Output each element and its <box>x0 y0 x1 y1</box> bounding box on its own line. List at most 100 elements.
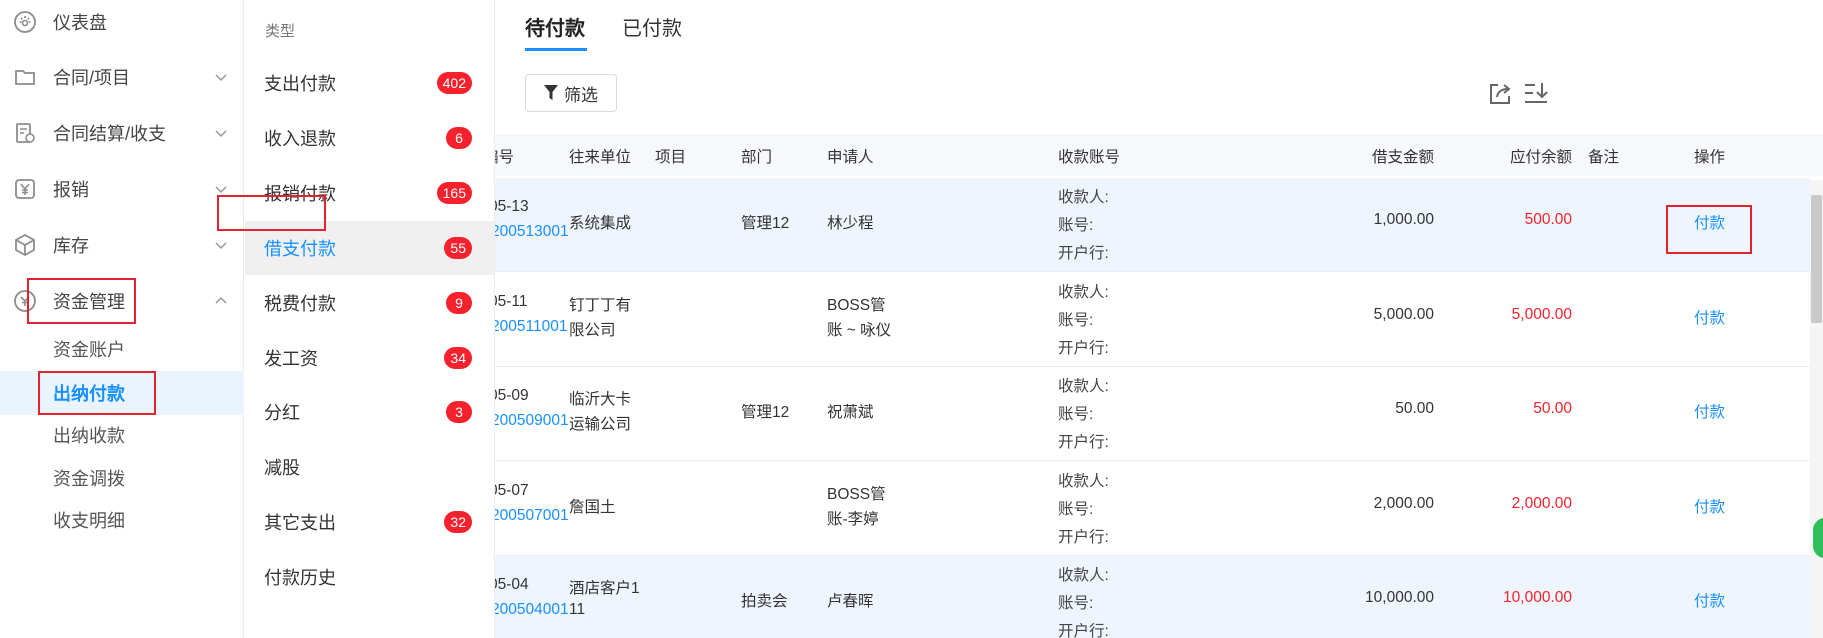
yen-icon <box>12 176 38 202</box>
row-date: 05-04 <box>495 576 529 594</box>
sidebar-item-4[interactable]: 库存 <box>0 225 244 265</box>
type-item-4[interactable]: 税费付款 9 <box>245 276 494 330</box>
row-account-info: 收款人: 账号: 开户行: <box>1058 373 1109 457</box>
sidebar-subitem-label: 收支明细 <box>53 511 125 531</box>
table-header: 编号 往来单位 项目 部门 申请人 收款账号 借支金额 应付余额 备注 操作 <box>495 134 1823 176</box>
row-partner-line1: 临沂大卡 <box>569 391 632 409</box>
sidebar-item-0[interactable]: 仪表盘 <box>0 2 244 42</box>
row-code-link[interactable]: 200507001 <box>495 507 569 525</box>
account-label: 收款人: <box>1058 567 1109 585</box>
row-date: 05-09 <box>495 387 529 405</box>
sidebar-subitem-label: 资金账户 <box>53 340 125 360</box>
row-partner-line1: 酒店客户1 <box>569 580 640 598</box>
type-item-7[interactable]: 减股 <box>245 440 494 494</box>
sidebar-subitem-2[interactable]: 出纳收款 <box>0 413 244 457</box>
row-partner: 系统集成 <box>569 215 632 232</box>
account-label: 开户行: <box>1058 434 1109 452</box>
column-header-project[interactable]: 项目 <box>655 145 686 167</box>
column-header-applicant[interactable]: 申请人 <box>827 145 874 167</box>
row-department: 拍卖会 <box>741 593 788 611</box>
sidebar-item-label: 合同结算/收支 <box>53 124 167 144</box>
type-item-8[interactable]: 其它支出 32 <box>245 495 494 549</box>
type-item-0[interactable]: 支出付款 402 <box>245 56 494 110</box>
sidebar-item-2[interactable]: 合同结算/收支 <box>0 113 244 153</box>
type-item-label: 报销付款 <box>264 183 336 204</box>
row-date: 05-11 <box>495 292 528 310</box>
column-header-account[interactable]: 收款账号 <box>1058 145 1120 167</box>
column-header-loan-amount[interactable]: 借支金额 <box>1348 145 1434 167</box>
chevron-down-icon <box>214 238 228 252</box>
sidebar-subitem-3[interactable]: 资金调拨 <box>0 456 244 500</box>
row-code-link[interactable]: 200513001 <box>495 223 569 241</box>
type-item-5[interactable]: 发工资 34 <box>245 331 494 385</box>
table-row[interactable]: 05-09 200509001临沂大卡运输公司 管理12 祝萧斌 收款人: 账号: 开户行:… <box>495 367 1810 462</box>
type-item-3[interactable]: 借支付款 55 <box>245 220 494 275</box>
pay-button[interactable]: 付款 <box>1694 589 1725 611</box>
row-code-link[interactable]: 200509001 <box>495 412 569 430</box>
row-code-link[interactable]: 200511001 <box>495 318 567 336</box>
count-badge: 402 <box>436 72 472 94</box>
sidebar-item-5[interactable]: 资金管理 <box>0 281 244 321</box>
type-item-label: 发工资 <box>264 348 318 369</box>
tab-paid[interactable]: 已付款 <box>622 12 682 41</box>
row-account-info: 收款人: 账号: 开户行: <box>1058 562 1109 638</box>
fund-icon <box>12 288 38 314</box>
sidebar-item-label: 仪表盘 <box>53 13 107 33</box>
account-label: 账号: <box>1058 311 1094 329</box>
sidebar-item-3[interactable]: 报销 <box>0 169 244 209</box>
column-header-balance[interactable]: 应付余额 <box>1472 145 1572 167</box>
row-applicant: 林少程 <box>827 215 874 232</box>
sort-download-icon[interactable] <box>1522 80 1550 108</box>
pay-button[interactable]: 付款 <box>1694 400 1725 422</box>
chevron-down-icon <box>214 70 228 84</box>
row-partner-line2: 11 <box>569 601 586 619</box>
table-row[interactable]: 05-13 200513001系统集成 管理12 林少程 收款人: 账号: 开户行: 1,00… <box>495 178 1810 272</box>
type-item-2[interactable]: 报销付款 165 <box>245 166 494 220</box>
sidebar-item-label: 资金管理 <box>53 292 125 312</box>
table-row[interactable]: 05-11 200511001钉丁丁有限公司 BOSS管账 ~ 咏仪 收款人: 账号: 开… <box>495 273 1810 367</box>
row-applicant-line2: 账-李婷 <box>827 510 879 528</box>
row-loan-amount: 5,000.00 <box>1373 305 1434 323</box>
type-item-label: 税费付款 <box>264 293 336 314</box>
type-item-1[interactable]: 收入退款 6 <box>245 111 494 165</box>
row-date: 05-13 <box>495 198 529 215</box>
sidebar-subitem-1[interactable]: 出纳付款 <box>0 371 244 415</box>
sidebar-subitem-label: 资金调拨 <box>53 469 125 489</box>
chevron-up-icon <box>214 294 228 308</box>
row-applicant-line1: BOSS管 <box>827 485 886 503</box>
row-balance: 500.00 <box>1524 211 1572 228</box>
type-item-9[interactable]: 付款历史 <box>245 550 494 604</box>
table-row[interactable]: 05-04 200504001酒店客户1 11 拍卖会 卢春晖 收款人: 账号: 开户行: 10… <box>495 556 1810 638</box>
table-row[interactable]: 05-07 200507001詹国土 BOSS管账-李婷 收款人: 账号: 开户行: 2,0… <box>495 462 1810 556</box>
table-scrollbar-thumb[interactable] <box>1811 195 1822 323</box>
pay-button[interactable]: 付款 <box>1694 211 1725 233</box>
column-header-remark[interactable]: 备注 <box>1588 145 1619 167</box>
row-applicant-line1: BOSS管 <box>827 296 886 314</box>
column-header-no[interactable]: 编号 <box>495 145 514 167</box>
account-label: 收款人: <box>1058 283 1109 301</box>
pay-button[interactable]: 付款 <box>1694 495 1725 517</box>
main-content: 待付款 已付款 筛选 编号 往来单位 项目 部门 申请人 收款账号 借支金额 应… <box>495 0 1823 638</box>
account-label: 开户行: <box>1058 245 1109 262</box>
row-balance: 10,000.00 <box>1503 589 1572 607</box>
account-label: 开户行: <box>1058 528 1109 546</box>
account-label: 账号: <box>1058 500 1094 518</box>
row-applicant: 卢春晖 <box>827 593 874 611</box>
tab-pending-payment[interactable]: 待付款 <box>525 12 585 41</box>
pay-button[interactable]: 付款 <box>1694 306 1725 328</box>
column-header-partner[interactable]: 往来单位 <box>569 145 631 167</box>
floating-assistant-button[interactable] <box>1813 518 1823 558</box>
type-item-label: 减股 <box>264 458 300 479</box>
export-icon[interactable] <box>1486 80 1514 108</box>
sidebar-item-1[interactable]: 合同/项目 <box>0 57 244 97</box>
row-code-link[interactable]: 200504001 <box>495 601 569 619</box>
row-applicant: 祝萧斌 <box>827 404 874 422</box>
sidebar-subitem-4[interactable]: 收支明细 <box>0 498 244 542</box>
sidebar-subitem-0[interactable]: 资金账户 <box>0 327 244 371</box>
type-item-6[interactable]: 分红 3 <box>245 385 494 439</box>
filter-button[interactable]: 筛选 <box>525 74 617 112</box>
type-item-label: 收入退款 <box>264 128 336 149</box>
count-badge: 55 <box>444 236 472 259</box>
column-header-department[interactable]: 部门 <box>741 145 772 167</box>
row-applicant-line2: 账 ~ 咏仪 <box>827 321 892 339</box>
